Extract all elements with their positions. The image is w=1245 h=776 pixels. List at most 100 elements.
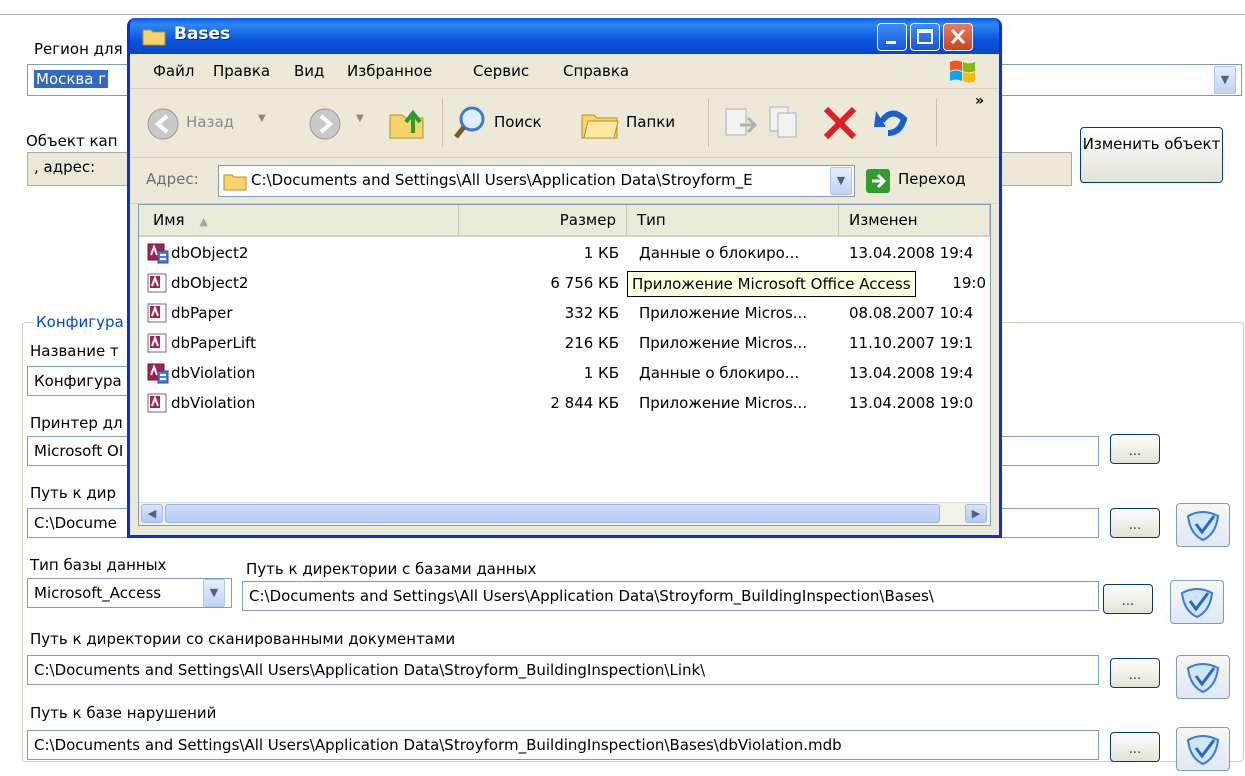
toolbar-overflow-chevron[interactable]: » <box>975 93 984 109</box>
horizontal-scrollbar[interactable]: ◀ ▶ <box>139 502 990 525</box>
printer-browse-button[interactable]: ... <box>1110 434 1160 464</box>
db-dir-input[interactable]: C:\Documents and Settings\All Users\Appl… <box>242 581 1099 611</box>
search-button[interactable]: Поиск <box>452 103 562 143</box>
column-name[interactable]: Имя ▲ <box>139 205 459 237</box>
scroll-left-button[interactable]: ◀ <box>141 504 163 523</box>
printer-value: Microsoft OI <box>34 442 124 460</box>
path-dir-check-button[interactable] <box>1176 503 1230 547</box>
window-client: Файл Правка Вид Избранное Сервис Справка… <box>130 54 999 535</box>
mdb-icon <box>147 392 169 418</box>
toolbar-separator <box>708 99 709 147</box>
violations-input[interactable]: C:\Documents and Settings\All Users\Appl… <box>27 730 1099 760</box>
back-label: Назад <box>186 113 235 131</box>
address-label: Адрес: <box>146 170 199 188</box>
column-size[interactable]: Размер <box>459 205 627 237</box>
printer-label: Принтер дл <box>30 414 123 432</box>
file-size: 1 КБ <box>583 244 619 262</box>
undo-icon <box>874 110 908 136</box>
scroll-right-button[interactable]: ▶ <box>965 504 987 523</box>
menu-favorites[interactable]: Избранное <box>347 62 432 80</box>
file-row[interactable]: dbPaperLift 216 КБ Приложение Micros... 11.… <box>139 329 990 359</box>
region-dropdown-arrow[interactable]: ▼ <box>1214 66 1236 94</box>
file-row[interactable]: dbViolation 1 КБ Данные о блокиро... 13.04.… <box>139 359 990 389</box>
violations-browse-button[interactable]: ... <box>1110 732 1160 762</box>
column-type[interactable]: Тип <box>627 205 839 237</box>
address-field[interactable]: C:\Documents and Settings\All Users\Appl… <box>218 165 855 197</box>
column-type-label: Тип <box>637 211 666 229</box>
menu-file[interactable]: Файл <box>153 62 194 80</box>
close-button[interactable] <box>943 23 973 51</box>
path-dir-value: C:\Docume <box>34 514 117 532</box>
menu-edit[interactable]: Правка <box>213 62 270 80</box>
go-button[interactable]: Переход <box>866 165 994 197</box>
file-list[interactable]: Имя ▲ Размер Тип Изменен dbObject2 1 КБ Да… <box>138 204 991 526</box>
scan-dir-check-button[interactable] <box>1176 655 1230 699</box>
close-icon <box>950 28 966 45</box>
scroll-thumb[interactable] <box>165 504 940 523</box>
menu-tools[interactable]: Сервис <box>473 62 529 80</box>
db-dir-browse-button[interactable]: ... <box>1103 584 1153 614</box>
db-type-label: Тип базы данных <box>30 556 167 574</box>
violations-check-button[interactable] <box>1176 727 1230 771</box>
file-type: Приложение Micros... <box>639 394 808 412</box>
delete-icon <box>823 106 857 140</box>
file-type: Данные о блокиро... <box>639 364 800 382</box>
search-icon <box>454 106 485 139</box>
file-modified: 08.08.2007 10:4 <box>849 304 974 322</box>
file-name: dbObject2 <box>171 244 249 262</box>
address-value: C:\Documents and Settings\All Users\Appl… <box>251 171 753 189</box>
file-size: 1 КБ <box>583 364 619 382</box>
address-dropdown-arrow[interactable]: ▼ <box>830 167 852 195</box>
up-folder-button[interactable] <box>387 103 427 143</box>
shield-check-icon <box>1186 663 1220 694</box>
file-type: Данные о блокиро... <box>639 244 800 262</box>
config-group-label: Конфигура <box>34 313 126 331</box>
db-dir-value: C:\Documents and Settings\All Users\Appl… <box>249 587 934 605</box>
maximize-button[interactable] <box>910 23 940 51</box>
object-label: Объект кап <box>26 132 118 150</box>
file-row[interactable]: dbPaper 332 КБ Приложение Micros... 08.08.2… <box>139 299 990 329</box>
menu-help[interactable]: Справка <box>563 62 629 80</box>
forward-button[interactable]: ▼ <box>308 107 368 141</box>
mdb-icon <box>147 302 169 328</box>
back-button[interactable]: Назад ▼ <box>146 101 266 145</box>
db-type-combo[interactable]: Microsoft_Access <box>27 578 232 608</box>
folder-icon <box>142 29 166 46</box>
menu-view[interactable]: Вид <box>294 62 324 80</box>
move-to-button[interactable] <box>720 103 760 143</box>
address-bar: Адрес: C:\Documents and Settings\All Use… <box>130 158 999 204</box>
file-row[interactable]: dbViolation 2 844 КБ Приложение Micros... 1… <box>139 389 990 419</box>
scan-dir-label: Путь к директории со сканированными доку… <box>30 630 456 648</box>
delete-button[interactable] <box>820 103 860 143</box>
copy-to-button[interactable] <box>766 103 806 143</box>
config-name-value: Конфигура <box>34 372 122 390</box>
path-dir-label: Путь к дир <box>30 484 116 502</box>
folders-label: Папки <box>626 113 676 131</box>
windows-logo-icon <box>950 60 975 83</box>
minimize-icon <box>886 41 896 44</box>
scan-dir-browse-button[interactable]: ... <box>1110 658 1160 688</box>
file-type: Приложение Micros... <box>639 334 808 352</box>
file-row[interactable]: dbObject2 1 КБ Данные о блокиро... 13.04.20… <box>139 239 990 269</box>
menu-bar: Файл Правка Вид Избранное Сервис Справка <box>130 54 999 89</box>
scan-dir-value: C:\Documents and Settings\All Users\Appl… <box>34 661 706 679</box>
file-modified: 11.10.2007 19:1 <box>849 334 974 352</box>
region-label: Регион для <box>34 40 123 58</box>
db-type-dropdown-arrow[interactable]: ▼ <box>203 579 225 607</box>
file-size: 2 844 КБ <box>550 394 619 412</box>
minimize-button[interactable] <box>877 23 907 51</box>
column-modified[interactable]: Изменен <box>839 205 990 237</box>
shield-check-icon <box>1186 735 1220 766</box>
title-bar[interactable]: Bases <box>130 18 999 54</box>
folders-button[interactable]: Папки <box>580 103 700 143</box>
scan-dir-input[interactable]: C:\Documents and Settings\All Users\Appl… <box>27 655 1099 685</box>
undo-button[interactable] <box>872 103 912 143</box>
db-dir-check-button[interactable] <box>1170 580 1224 624</box>
go-arrow-icon <box>866 169 890 193</box>
file-modified: 13.04.2008 19:4 <box>849 244 974 262</box>
violations-value: C:\Documents and Settings\All Users\Appl… <box>34 736 842 754</box>
change-object-button[interactable]: Изменить объект <box>1080 127 1223 183</box>
path-dir-browse-button[interactable]: ... <box>1110 508 1160 538</box>
copy-to-icon <box>769 106 797 138</box>
file-size: 332 КБ <box>564 304 619 322</box>
